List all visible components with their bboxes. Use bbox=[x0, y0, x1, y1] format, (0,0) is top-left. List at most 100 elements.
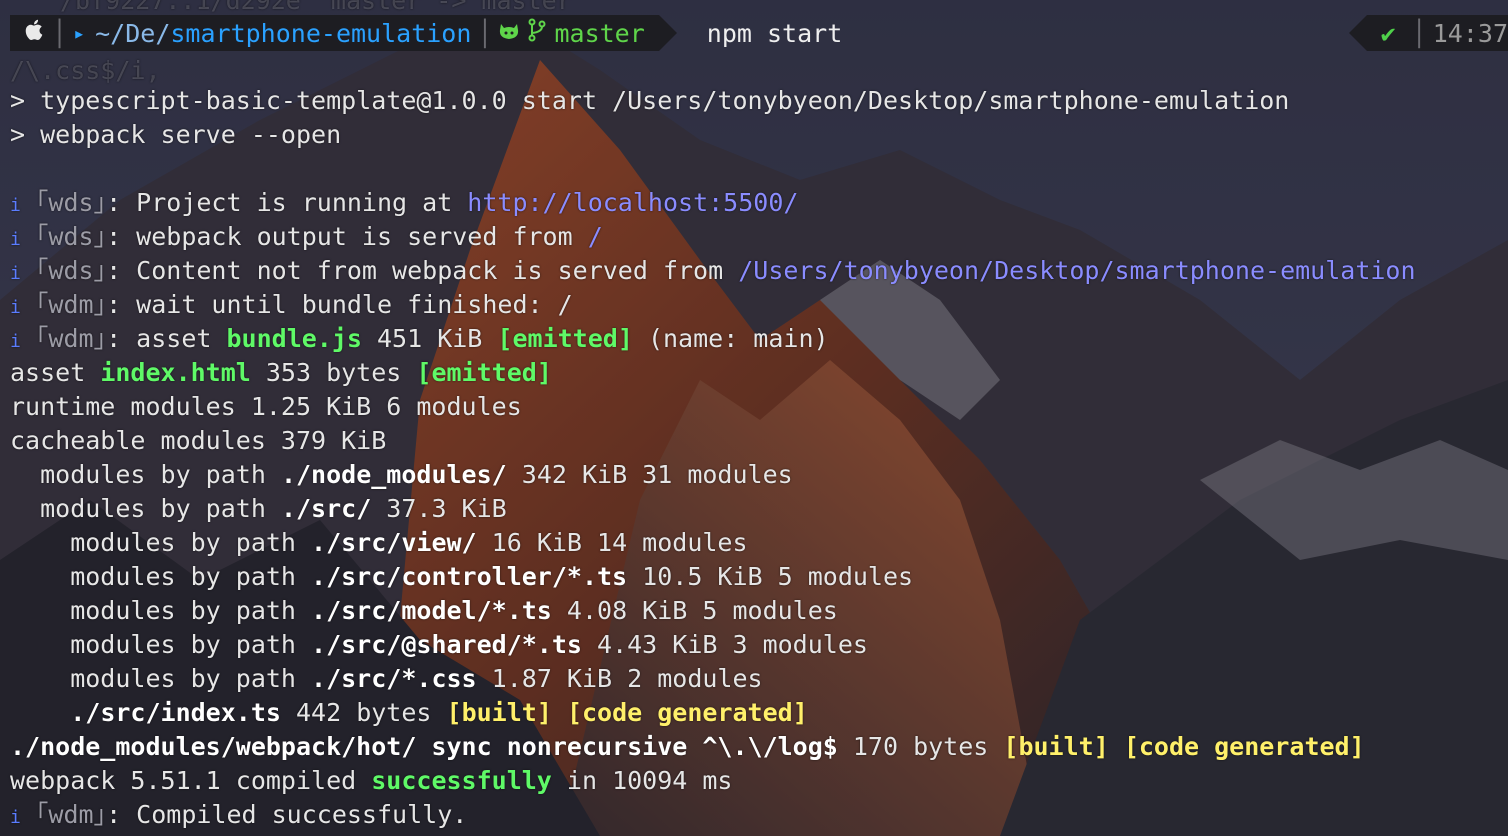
log-line: i ｢wdm｣: Compiled successfully. bbox=[10, 798, 467, 832]
log-text: 342 KiB 31 modules bbox=[506, 460, 793, 489]
log-text: (name: main) bbox=[632, 324, 829, 353]
log-line: cacheable modules 379 KiB bbox=[10, 426, 387, 455]
prompt-separator: │ bbox=[52, 18, 68, 48]
prompt-right-status: ✔ │ 14:37 bbox=[1348, 15, 1508, 51]
log-text: : asset bbox=[106, 324, 227, 353]
npm-script-command: > webpack serve --open bbox=[10, 120, 342, 149]
status-segment: ✔ │ 14:37 bbox=[1366, 15, 1508, 51]
wdm-tag: ｢wdm｣ bbox=[35, 800, 107, 829]
wds-tag: ｢wds｣ bbox=[35, 256, 107, 285]
log-text: 37.3 KiB bbox=[371, 494, 507, 523]
log-text: webpack 5.51.1 compiled bbox=[10, 766, 372, 795]
module-line: modules by path ./node_modules/ 342 KiB … bbox=[10, 458, 793, 492]
module-path: ./src/ bbox=[280, 494, 372, 523]
module-line: modules by path ./src/controller/*.ts 10… bbox=[10, 560, 913, 594]
terminal-window[interactable]: /bf9227..1/d292e master -> master │ ▸ ~/… bbox=[0, 0, 1508, 836]
wds-tag: ｢wds｣ bbox=[35, 188, 107, 217]
asset-filename: bundle.js bbox=[226, 324, 362, 353]
prompt-arrow bbox=[658, 15, 677, 51]
module-line: modules by path ./src/@shared/*.ts 4.43 … bbox=[10, 628, 868, 662]
code-generated-badge: [code generated] bbox=[1123, 732, 1365, 761]
module-path: ./src/index.ts bbox=[70, 698, 281, 727]
log-text: 442 bytes bbox=[280, 698, 447, 727]
code-generated-badge: [code generated] bbox=[566, 698, 808, 727]
path-prefix: ~/De/ bbox=[95, 18, 171, 48]
log-text: 16 KiB 14 modules bbox=[476, 528, 748, 557]
folder-icon: ▸ bbox=[73, 21, 86, 45]
path-current-dir: smartphone-emulation bbox=[170, 18, 472, 48]
prompt-path: ~/De/smartphone-emulation bbox=[95, 19, 471, 48]
log-text: modules by path bbox=[10, 528, 312, 557]
info-icon: i bbox=[10, 297, 21, 318]
emitted-badge: [emitted] bbox=[416, 358, 552, 387]
apple-icon bbox=[24, 18, 46, 48]
prompt-separator: │ bbox=[1411, 18, 1427, 48]
wdm-tag: ｢wdm｣ bbox=[35, 290, 107, 319]
built-badge: [built] bbox=[446, 698, 552, 727]
module-path: ./src/view/ bbox=[311, 528, 477, 557]
log-text: : wait until bundle finished: / bbox=[106, 290, 573, 319]
log-line: runtime modules 1.25 KiB 6 modules bbox=[10, 392, 522, 421]
log-text: 4.08 KiB 5 modules bbox=[551, 596, 838, 625]
log-text: modules by path bbox=[10, 494, 281, 523]
git-segment: master bbox=[498, 18, 645, 48]
log-text: modules by path bbox=[10, 460, 281, 489]
log-text: 353 bytes bbox=[250, 358, 417, 387]
asset-filename: index.html bbox=[100, 358, 251, 387]
log-text: 4.43 KiB 3 modules bbox=[581, 630, 868, 659]
log-line: i ｢wds｣: Project is running at http://lo… bbox=[10, 186, 798, 220]
log-text: 1.87 KiB 2 modules bbox=[476, 664, 763, 693]
info-icon: i bbox=[10, 331, 21, 352]
log-text: : Content not from webpack is served fro… bbox=[106, 256, 739, 285]
success-check-icon: ✔ bbox=[1380, 18, 1396, 48]
log-text: : webpack output is served from bbox=[106, 222, 588, 251]
module-path: ./node_modules/webpack/hot/ sync nonrecu… bbox=[10, 732, 838, 761]
log-text: 451 KiB bbox=[361, 324, 498, 353]
log-line: asset index.html 353 bytes [emitted] bbox=[10, 356, 552, 390]
log-text: : Project is running at bbox=[106, 188, 468, 217]
module-path: ./src/*.css bbox=[311, 664, 477, 693]
built-badge: [built] bbox=[1003, 732, 1109, 761]
module-line: modules by path ./src/*.css 1.87 KiB 2 m… bbox=[10, 662, 763, 696]
scrollback-ghost-line: /\.css$/i, bbox=[10, 56, 161, 85]
shell-prompt: │ ▸ ~/De/smartphone-emulation │ master n… bbox=[10, 15, 1508, 51]
prompt-separator: │ bbox=[477, 18, 493, 48]
wdm-tag: ｢wdm｣ bbox=[35, 324, 107, 353]
compile-summary-line: webpack 5.51.1 compiled successfully in … bbox=[10, 764, 732, 798]
module-line: modules by path ./src/ 37.3 KiB bbox=[10, 492, 507, 526]
github-icon bbox=[498, 19, 520, 48]
log-line: i ｢wdm｣: wait until bundle finished: / bbox=[10, 288, 573, 322]
log-text: asset bbox=[10, 358, 101, 387]
dev-server-url[interactable]: http://localhost:5500/ bbox=[467, 188, 798, 217]
typed-command: npm start bbox=[706, 18, 843, 48]
git-branch-icon bbox=[528, 18, 546, 48]
success-word: successfully bbox=[371, 766, 552, 795]
module-line: ./node_modules/webpack/hot/ sync nonrecu… bbox=[10, 730, 1365, 764]
log-text: modules by path bbox=[10, 596, 312, 625]
prompt-apple-segment: │ ▸ ~/De/smartphone-emulation │ master bbox=[10, 15, 659, 51]
prompt-right-arrow bbox=[1348, 15, 1367, 51]
log-text: in 10094 ms bbox=[551, 766, 733, 795]
info-icon: i bbox=[10, 195, 21, 216]
log-line: i ｢wds｣: Content not from webpack is ser… bbox=[10, 254, 1416, 288]
log-text: 170 bytes bbox=[837, 732, 1004, 761]
module-line: modules by path ./src/view/ 16 KiB 14 mo… bbox=[10, 526, 748, 560]
npm-script-line: > typescript-basic-template@1.0.0 start … bbox=[10, 86, 1290, 115]
content-base-path: /Users/tonybyeon/Desktop/smartphone-emul… bbox=[738, 256, 1416, 285]
wds-tag: ｢wds｣ bbox=[35, 222, 107, 251]
git-branch-name: master bbox=[554, 18, 645, 48]
output-path: / bbox=[587, 222, 603, 251]
module-path: ./src/model/*.ts bbox=[311, 596, 552, 625]
module-line: ./src/index.ts 442 bytes [built] [code g… bbox=[10, 696, 808, 730]
emitted-badge: [emitted] bbox=[497, 324, 633, 353]
module-path: ./src/controller/*.ts bbox=[311, 562, 628, 591]
module-line: modules by path ./src/model/*.ts 4.08 Ki… bbox=[10, 594, 838, 628]
module-path: ./node_modules/ bbox=[280, 460, 507, 489]
info-icon: i bbox=[10, 263, 21, 284]
log-text: modules by path bbox=[10, 562, 312, 591]
log-line: i ｢wdm｣: asset bundle.js 451 KiB [emitte… bbox=[10, 322, 829, 356]
log-text: modules by path bbox=[10, 630, 312, 659]
log-text: : Compiled successfully. bbox=[106, 800, 468, 829]
log-text: 10.5 KiB 5 modules bbox=[627, 562, 914, 591]
